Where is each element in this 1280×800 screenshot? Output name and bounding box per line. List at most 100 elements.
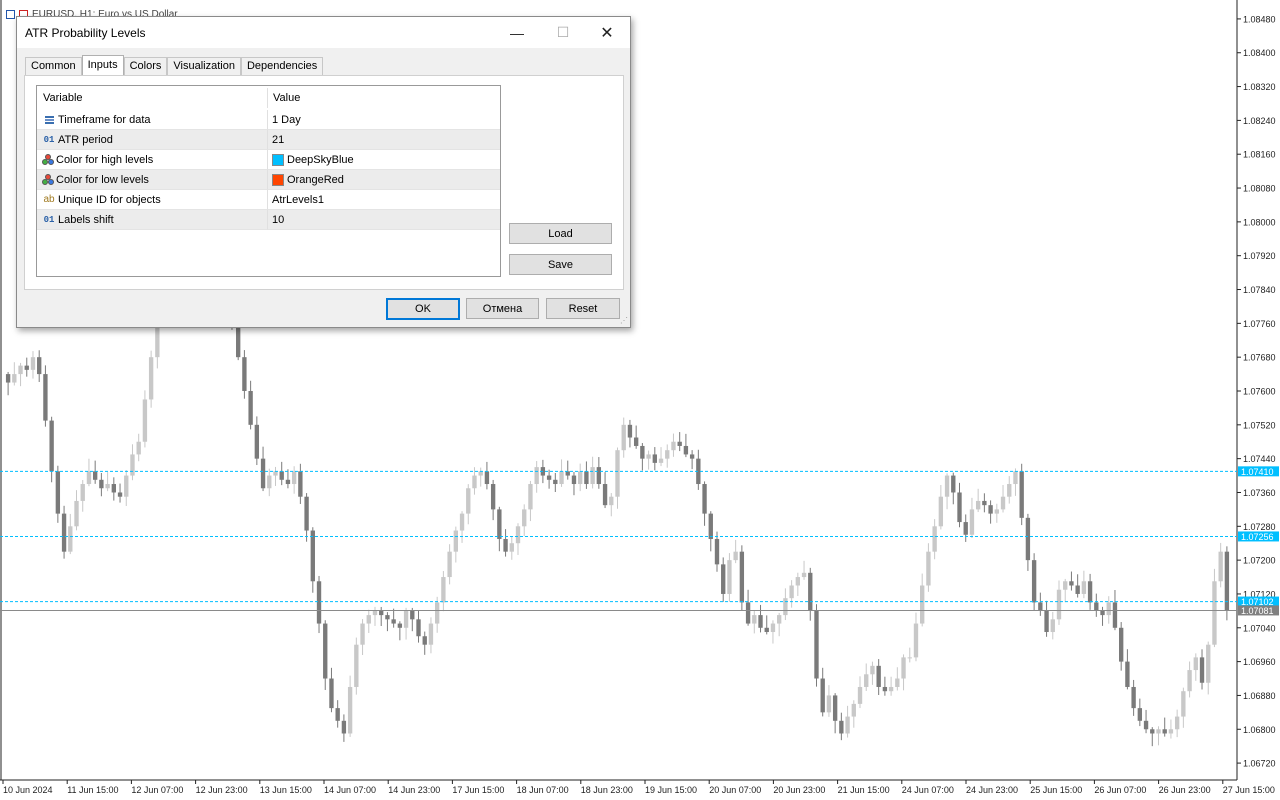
candle-body — [882, 686, 888, 692]
resize-grip-icon[interactable]: ⋰ — [620, 317, 628, 325]
timeframe-value[interactable]: 1 Day — [268, 110, 500, 130]
tab-colors[interactable]: Colors — [123, 57, 168, 76]
candle-body — [130, 454, 135, 476]
time-tick-label: 26 Jun 07:00 — [1094, 785, 1146, 795]
candle-body — [379, 610, 384, 616]
candle-body — [870, 665, 875, 675]
atr-period-value[interactable]: 21 — [268, 130, 500, 150]
string-icon: ab — [43, 194, 55, 205]
price-tick-label: 1.06720 — [1243, 759, 1276, 769]
tab-common[interactable]: Common — [25, 57, 82, 76]
candle-body — [1106, 602, 1111, 616]
price-tick-label: 1.08000 — [1243, 217, 1276, 227]
candle-body — [801, 572, 807, 578]
high-color-value[interactable]: DeepSkyBlue — [268, 150, 500, 170]
candle-body — [876, 665, 881, 687]
candle-body — [1187, 670, 1192, 692]
labels-shift-value[interactable]: 10 — [268, 210, 500, 230]
inputs-grid: Variable Value Timeframe for data 1 Day … — [36, 85, 501, 277]
candle-body — [37, 357, 42, 375]
price-tick-label: 1.07200 — [1243, 556, 1276, 566]
table-row[interactable]: 01 Labels shift 10 — [37, 210, 500, 230]
candle-body — [994, 509, 999, 514]
indicator-properties-dialog[interactable]: ATR Probability Levels — ☐ ✕ Common Inpu… — [16, 16, 631, 328]
candle-body — [360, 623, 365, 645]
candle-body — [913, 623, 919, 658]
candle-body — [1050, 619, 1055, 633]
candle-body — [1013, 471, 1018, 485]
grid-header: Variable Value — [37, 88, 500, 108]
table-row[interactable]: 01 ATR period 21 — [37, 130, 500, 150]
candle-body — [920, 585, 925, 624]
candle-body — [683, 445, 689, 455]
color-swatch — [272, 173, 284, 186]
price-level-tag-label: 1.07256 — [1241, 532, 1274, 542]
price-tick-label: 1.07040 — [1243, 623, 1276, 633]
candle-body — [267, 475, 272, 489]
candle-body — [565, 471, 570, 476]
candle-body — [354, 644, 359, 687]
header-value[interactable]: Value — [268, 88, 500, 108]
candle-body — [559, 471, 564, 485]
time-tick-label: 25 Jun 15:00 — [1030, 785, 1082, 795]
candle-body — [553, 479, 558, 485]
low-color-value[interactable]: OrangeRed — [268, 170, 500, 190]
tab-dependencies[interactable]: Dependencies — [240, 57, 324, 76]
time-tick-label: 21 Jun 15:00 — [838, 785, 890, 795]
candle-body — [323, 623, 328, 679]
dialog-tabs: Common Inputs Colors Visualization Depen… — [25, 55, 324, 76]
candle-body — [428, 623, 434, 645]
dialog-titlebar[interactable]: ATR Probability Levels — ☐ ✕ — [17, 17, 630, 48]
load-button[interactable]: Load — [509, 223, 612, 244]
table-row[interactable]: Color for high levels DeepSkyBlue — [37, 150, 500, 170]
candle-body — [640, 445, 645, 459]
table-row[interactable]: Timeframe for data 1 Day — [37, 110, 500, 130]
candle-body — [1137, 708, 1143, 721]
close-icon[interactable]: ✕ — [584, 17, 630, 48]
candle-body — [80, 484, 85, 501]
candle-body — [124, 475, 129, 497]
candle-body — [975, 500, 981, 510]
minimize-icon[interactable]: — — [494, 17, 540, 48]
candle-body — [957, 492, 962, 523]
integer-icon: 01 — [43, 214, 55, 225]
candle-body — [1193, 657, 1198, 671]
candle-body — [1087, 581, 1093, 603]
candle-body — [795, 577, 801, 586]
candle-body — [86, 471, 92, 485]
maximize-icon[interactable]: ☐ — [540, 17, 586, 48]
candle-body — [1100, 610, 1105, 616]
candle-body — [273, 471, 278, 476]
candle-body — [49, 420, 54, 472]
row-variable: ab Unique ID for objects — [37, 190, 268, 210]
candle-body — [236, 327, 241, 358]
table-row[interactable]: ab Unique ID for objects AtrLevels1 — [37, 190, 500, 210]
candle-body — [18, 365, 23, 375]
candle-body — [459, 513, 465, 531]
time-tick-label: 13 Jun 15:00 — [260, 785, 312, 795]
candle-body — [857, 686, 863, 704]
unique-id-value[interactable]: AtrLevels1 — [268, 190, 500, 210]
candle-body — [584, 471, 589, 485]
candle-body — [291, 471, 297, 485]
ok-button[interactable]: OK — [386, 298, 460, 320]
time-tick-label: 10 Jun 2024 — [3, 785, 53, 795]
candle-body — [714, 538, 720, 565]
candle-body — [932, 526, 937, 552]
candle-body — [826, 695, 832, 713]
tab-visualization[interactable]: Visualization — [167, 57, 241, 76]
price-tick-label: 1.07600 — [1243, 387, 1276, 397]
time-tick-label: 18 Jun 23:00 — [581, 785, 633, 795]
candle-body — [776, 615, 782, 624]
tab-inputs[interactable]: Inputs — [81, 55, 124, 76]
candle-body — [12, 374, 17, 383]
candle-body — [764, 627, 769, 633]
candle-body — [61, 513, 67, 552]
reset-button[interactable]: Reset — [546, 298, 620, 319]
time-tick-label: 17 Jun 15:00 — [452, 785, 504, 795]
cancel-button[interactable]: Отмена — [466, 298, 539, 319]
header-variable[interactable]: Variable — [37, 88, 268, 108]
candle-body — [391, 619, 396, 624]
save-button[interactable]: Save — [509, 254, 612, 275]
table-row[interactable]: Color for low levels OrangeRed — [37, 170, 500, 190]
